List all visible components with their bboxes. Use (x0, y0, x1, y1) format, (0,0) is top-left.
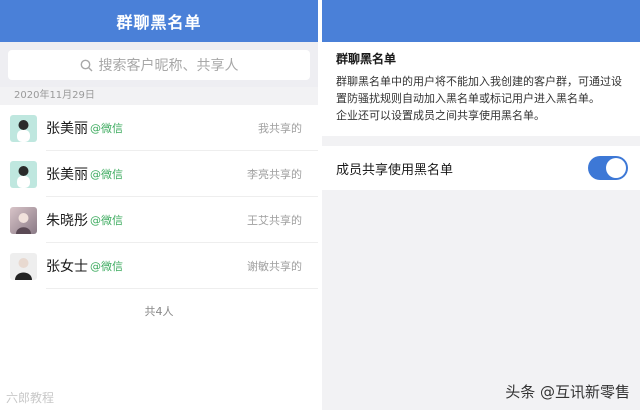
search-placeholder: 搜索客户昵称、共享人 (98, 58, 239, 74)
wechat-tag: @微信 (90, 260, 123, 273)
contact-name: 张美丽 (46, 167, 88, 183)
page-title: 群聊黑名单 (0, 0, 318, 42)
shared-by: 李亮共享的 (247, 168, 302, 181)
list-item[interactable]: 张美丽 @微信 李亮共享的 (0, 151, 318, 197)
search-bar: 搜索客户昵称、共享人 (0, 42, 318, 87)
shared-by: 我共享的 (258, 122, 302, 135)
contact-name: 张女士 (46, 259, 88, 275)
watermark-left: 六郎教程 (6, 391, 55, 405)
info-description-2: 企业还可以设置成员之间共享使用黑名单。 (336, 109, 545, 122)
info-title: 群聊黑名单 (336, 52, 397, 66)
share-blacklist-setting: 成员共享使用黑名单 (322, 146, 640, 190)
avatar (10, 206, 37, 234)
toggle-label: 成员共享使用黑名单 (336, 162, 454, 178)
wechat-tag: @微信 (90, 214, 123, 227)
info-section: 群聊黑名单 群聊黑名单中的用户将不能加入我创建的客户群，可通过设置防骚扰规则自动… (322, 42, 640, 136)
blacklist-list-panel: 群聊黑名单 搜索客户昵称、共享人 2020年11月29日 张美丽 @微信 我共享… (0, 0, 318, 410)
search-input[interactable]: 搜索客户昵称、共享人 (8, 50, 310, 80)
wechat-tag: @微信 (90, 168, 123, 181)
list-item[interactable]: 张美丽 @微信 我共享的 (0, 105, 318, 151)
wechat-tag: @微信 (90, 122, 123, 135)
settings-header (322, 0, 640, 42)
shared-by: 谢敏共享的 (247, 260, 302, 273)
avatar (10, 160, 37, 188)
list-item[interactable]: 朱晓彤 @微信 王艾共享的 (0, 197, 318, 243)
watermark-right: 头条 @互讯新零售 (505, 383, 630, 401)
toggle-knob (606, 158, 626, 178)
contact-name: 张美丽 (46, 121, 88, 137)
share-blacklist-toggle[interactable] (588, 156, 628, 180)
info-description: 群聊黑名单中的用户将不能加入我创建的客户群，可通过设置防骚扰规则自动加入黑名单或… (336, 75, 622, 105)
blacklist-settings-panel: 群聊黑名单 群聊黑名单中的用户将不能加入我创建的客户群，可通过设置防骚扰规则自动… (322, 0, 640, 410)
date-header: 2020年11月29日 (0, 87, 318, 105)
avatar (10, 114, 37, 142)
total-count: 共4人 (144, 305, 174, 318)
contact-name: 朱晓彤 (46, 213, 88, 229)
search-icon (80, 59, 92, 71)
avatar (10, 252, 37, 280)
shared-by: 王艾共享的 (247, 214, 302, 227)
list-item[interactable]: 张女士 @微信 谢敏共享的 (0, 243, 318, 289)
